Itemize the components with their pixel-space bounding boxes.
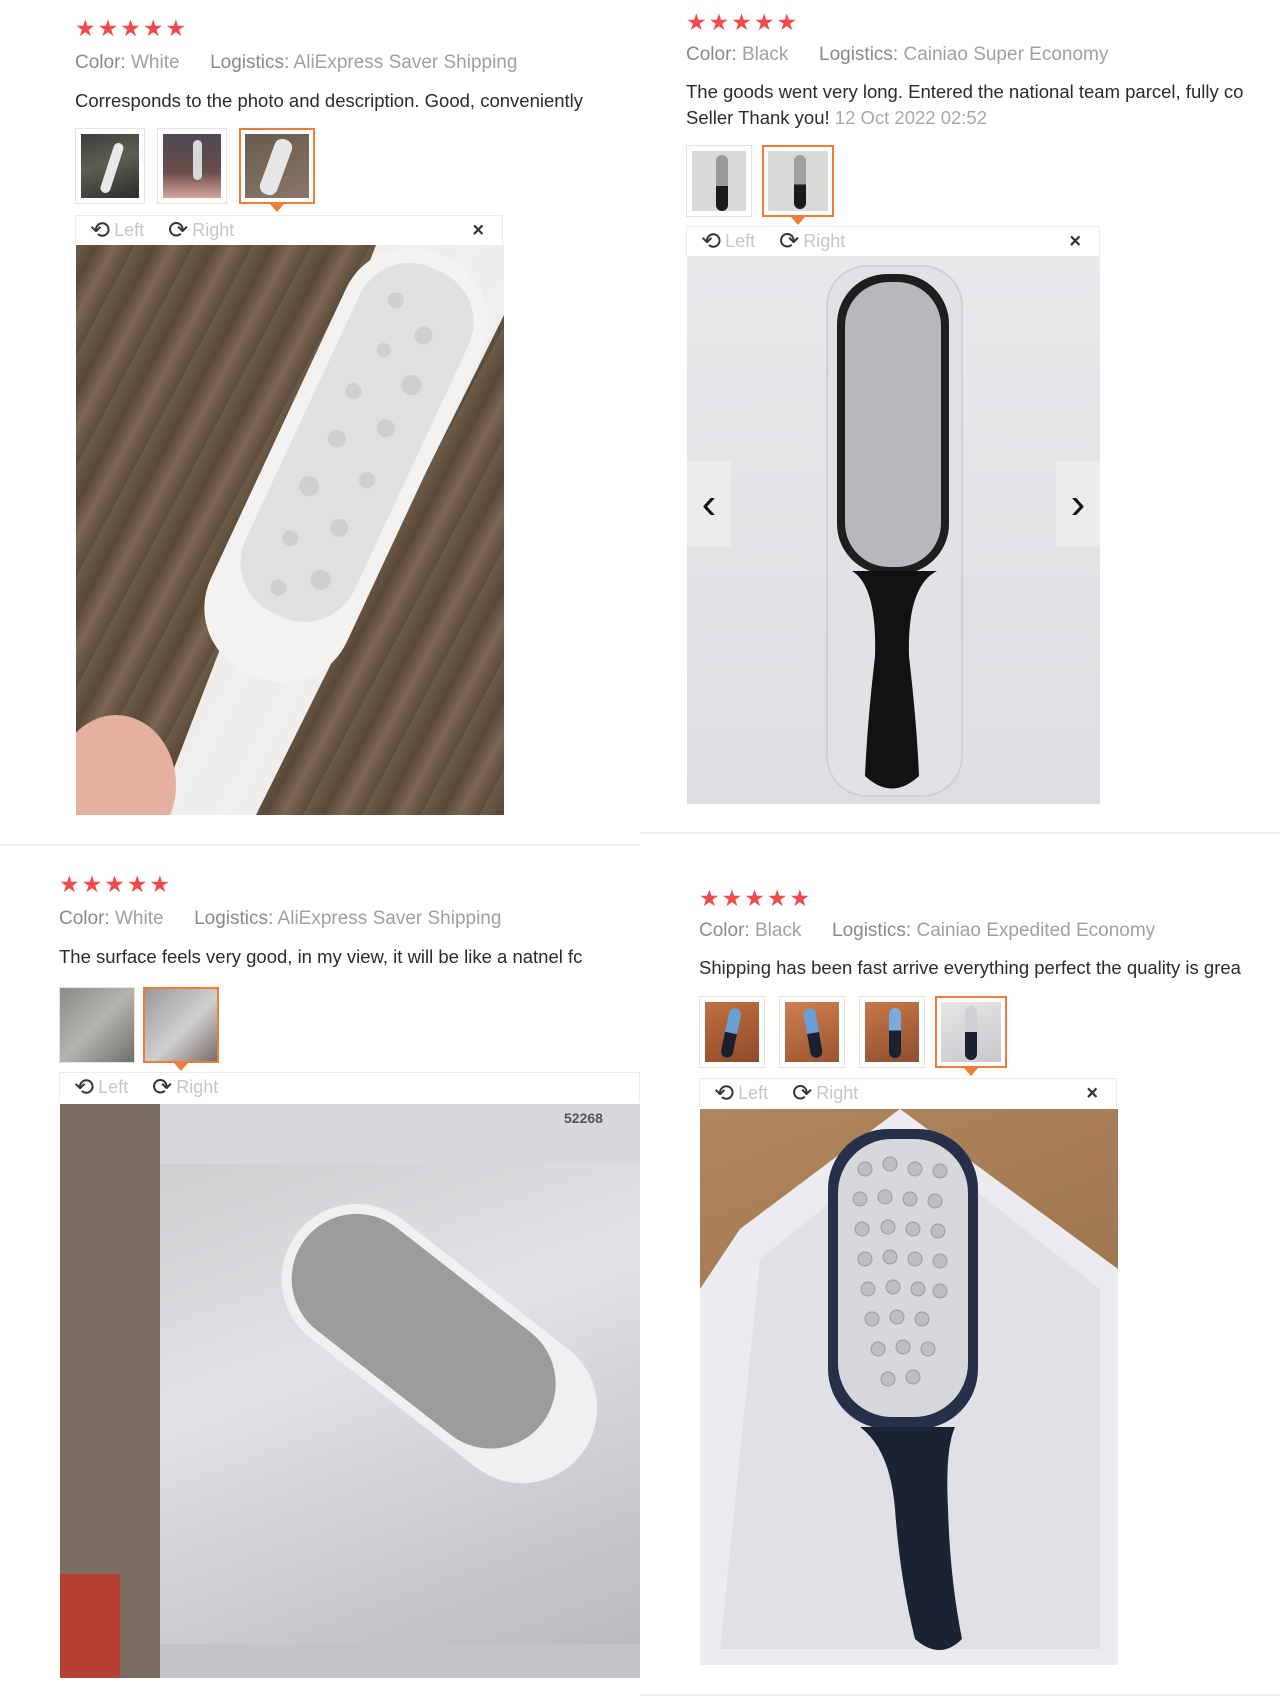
review-photo xyxy=(700,1109,1118,1665)
review-timestamp: 12 Oct 2022 02:52 xyxy=(834,107,988,128)
photo-label-text: 52268 xyxy=(564,1110,603,1126)
color-value: White xyxy=(114,908,164,929)
review-photo xyxy=(76,245,504,815)
color-value: Black xyxy=(741,44,789,65)
star-rating: ★★★★★ xyxy=(686,9,800,35)
close-icon[interactable]: × xyxy=(1086,1082,1098,1105)
thumbnail[interactable] xyxy=(75,128,145,204)
section-divider xyxy=(640,832,1280,834)
color-key: Color: xyxy=(59,908,110,929)
star-rating: ★★★★★ xyxy=(59,871,173,897)
foot-file-dark-illustration xyxy=(700,1109,1118,1665)
thumbnail-strip xyxy=(686,145,834,225)
rotate-left-icon[interactable]: ⟲ xyxy=(74,1075,94,1099)
foot-file-black-illustration xyxy=(826,265,963,797)
thumbnail-strip xyxy=(699,996,1007,1076)
rotate-right-label[interactable]: Right xyxy=(803,231,845,252)
rotate-right-label[interactable]: Right xyxy=(192,220,234,241)
review-card-3: ★★★★★ Color: White Logistics: AliExpress… xyxy=(0,856,640,1706)
review-meta: Color: White Logistics: AliExpress Saver… xyxy=(59,908,501,930)
thumbnail-image xyxy=(245,134,309,198)
close-icon[interactable]: × xyxy=(1069,230,1081,253)
thumbnail-selected[interactable] xyxy=(239,128,315,212)
image-viewer-toolbar: ⟲ Left ⟳ Right × xyxy=(699,1078,1117,1108)
section-divider xyxy=(640,1694,1280,1696)
close-icon[interactable]: × xyxy=(472,219,484,242)
thumbnail-image xyxy=(81,134,139,198)
thumbnail-image xyxy=(865,1002,919,1062)
review-text: The surface feels very good, in my view,… xyxy=(59,946,583,967)
review-photo: 52268 xyxy=(60,1104,640,1678)
rotate-left-label[interactable]: Left xyxy=(725,231,755,252)
color-key: Color: xyxy=(75,52,126,73)
thumbnail-image xyxy=(941,1002,1001,1062)
logistics-key: Logistics: xyxy=(832,920,912,941)
thumbnail[interactable] xyxy=(59,987,135,1063)
rotate-left-icon[interactable]: ⟲ xyxy=(90,218,110,242)
rotate-right-icon[interactable]: ⟳ xyxy=(792,1081,812,1105)
next-image-button[interactable]: › xyxy=(1056,461,1100,547)
foot-file-white-illustration xyxy=(76,245,504,815)
review-text-continued: Seller Thank you! xyxy=(686,107,830,128)
thumbnail-strip xyxy=(59,987,219,1071)
rotate-right-icon[interactable]: ⟳ xyxy=(152,1075,172,1099)
rotate-left-icon[interactable]: ⟲ xyxy=(701,229,721,253)
review-card-1: ★★★★★ Color: White Logistics: AliExpress… xyxy=(0,0,640,845)
image-viewer-toolbar: ⟲ Left ⟳ Right xyxy=(59,1072,640,1102)
thumbnail-image xyxy=(163,134,221,198)
star-rating: ★★★★★ xyxy=(75,15,189,41)
rotate-right-icon[interactable]: ⟳ xyxy=(779,229,799,253)
foot-file-sandpaper-illustration xyxy=(60,1104,640,1678)
thumbnail-strip xyxy=(75,128,315,212)
section-divider xyxy=(0,844,640,846)
rotate-right-icon[interactable]: ⟳ xyxy=(168,218,188,242)
logistics-key: Logistics: xyxy=(210,52,290,73)
rotate-left-label[interactable]: Left xyxy=(114,220,144,241)
thumbnail[interactable] xyxy=(157,128,227,204)
review-card-2: ★★★★★ Color: Black Logistics: Cainiao Su… xyxy=(640,0,1280,835)
review-meta: Color: Black Logistics: Cainiao Expedite… xyxy=(699,920,1155,942)
logistics-value: AliExpress Saver Shipping xyxy=(293,52,518,73)
thumbnail-selected[interactable] xyxy=(143,987,219,1071)
image-viewer-toolbar: ⟲ Left ⟳ Right × xyxy=(75,215,503,245)
color-value: Black xyxy=(754,920,802,941)
review-meta: Color: White Logistics: AliExpress Saver… xyxy=(75,52,517,74)
color-value: White xyxy=(130,52,180,73)
logistics-value: Cainiao Super Economy xyxy=(903,44,1109,65)
review-text: Shipping has been fast arrive everything… xyxy=(699,957,1241,978)
thumbnail-image xyxy=(60,988,134,1062)
thumbnail-image xyxy=(768,151,828,211)
star-rating: ★★★★★ xyxy=(699,885,813,911)
review-text: The goods went very long. Entered the na… xyxy=(686,81,1244,102)
color-key: Color: xyxy=(699,920,750,941)
review-photo: ‹ › xyxy=(687,256,1100,804)
logistics-key: Logistics: xyxy=(194,908,274,929)
image-viewer-toolbar: ⟲ Left ⟳ Right × xyxy=(686,226,1100,256)
thumbnail[interactable] xyxy=(859,996,925,1068)
thumbnail[interactable] xyxy=(699,996,765,1068)
previous-image-button[interactable]: ‹ xyxy=(687,461,731,547)
rotate-right-label[interactable]: Right xyxy=(176,1077,218,1098)
thumbnail[interactable] xyxy=(686,145,752,217)
thumbnail-image xyxy=(692,151,746,211)
thumbnail-image xyxy=(145,989,217,1061)
rotate-right-label[interactable]: Right xyxy=(816,1083,858,1104)
thumbnail-image xyxy=(705,1002,759,1062)
rotate-left-label[interactable]: Left xyxy=(98,1077,128,1098)
rotate-left-label[interactable]: Left xyxy=(738,1083,768,1104)
color-key: Color: xyxy=(686,44,737,65)
thumbnail-image xyxy=(785,1002,839,1062)
thumbnail-selected[interactable] xyxy=(762,145,834,225)
rotate-left-icon[interactable]: ⟲ xyxy=(714,1081,734,1105)
thumbnail-selected[interactable] xyxy=(935,996,1007,1076)
thumbnail[interactable] xyxy=(779,996,845,1068)
review-card-4: ★★★★★ Color: Black Logistics: Cainiao Ex… xyxy=(640,856,1280,1706)
logistics-value: Cainiao Expedited Economy xyxy=(916,920,1156,941)
logistics-key: Logistics: xyxy=(819,44,899,65)
review-meta: Color: Black Logistics: Cainiao Super Ec… xyxy=(686,44,1108,66)
review-text: Corresponds to the photo and description… xyxy=(75,90,584,111)
logistics-value: AliExpress Saver Shipping xyxy=(277,908,502,929)
review-text-line-2: Seller Thank you! 12 Oct 2022 02:52 xyxy=(686,105,1280,131)
